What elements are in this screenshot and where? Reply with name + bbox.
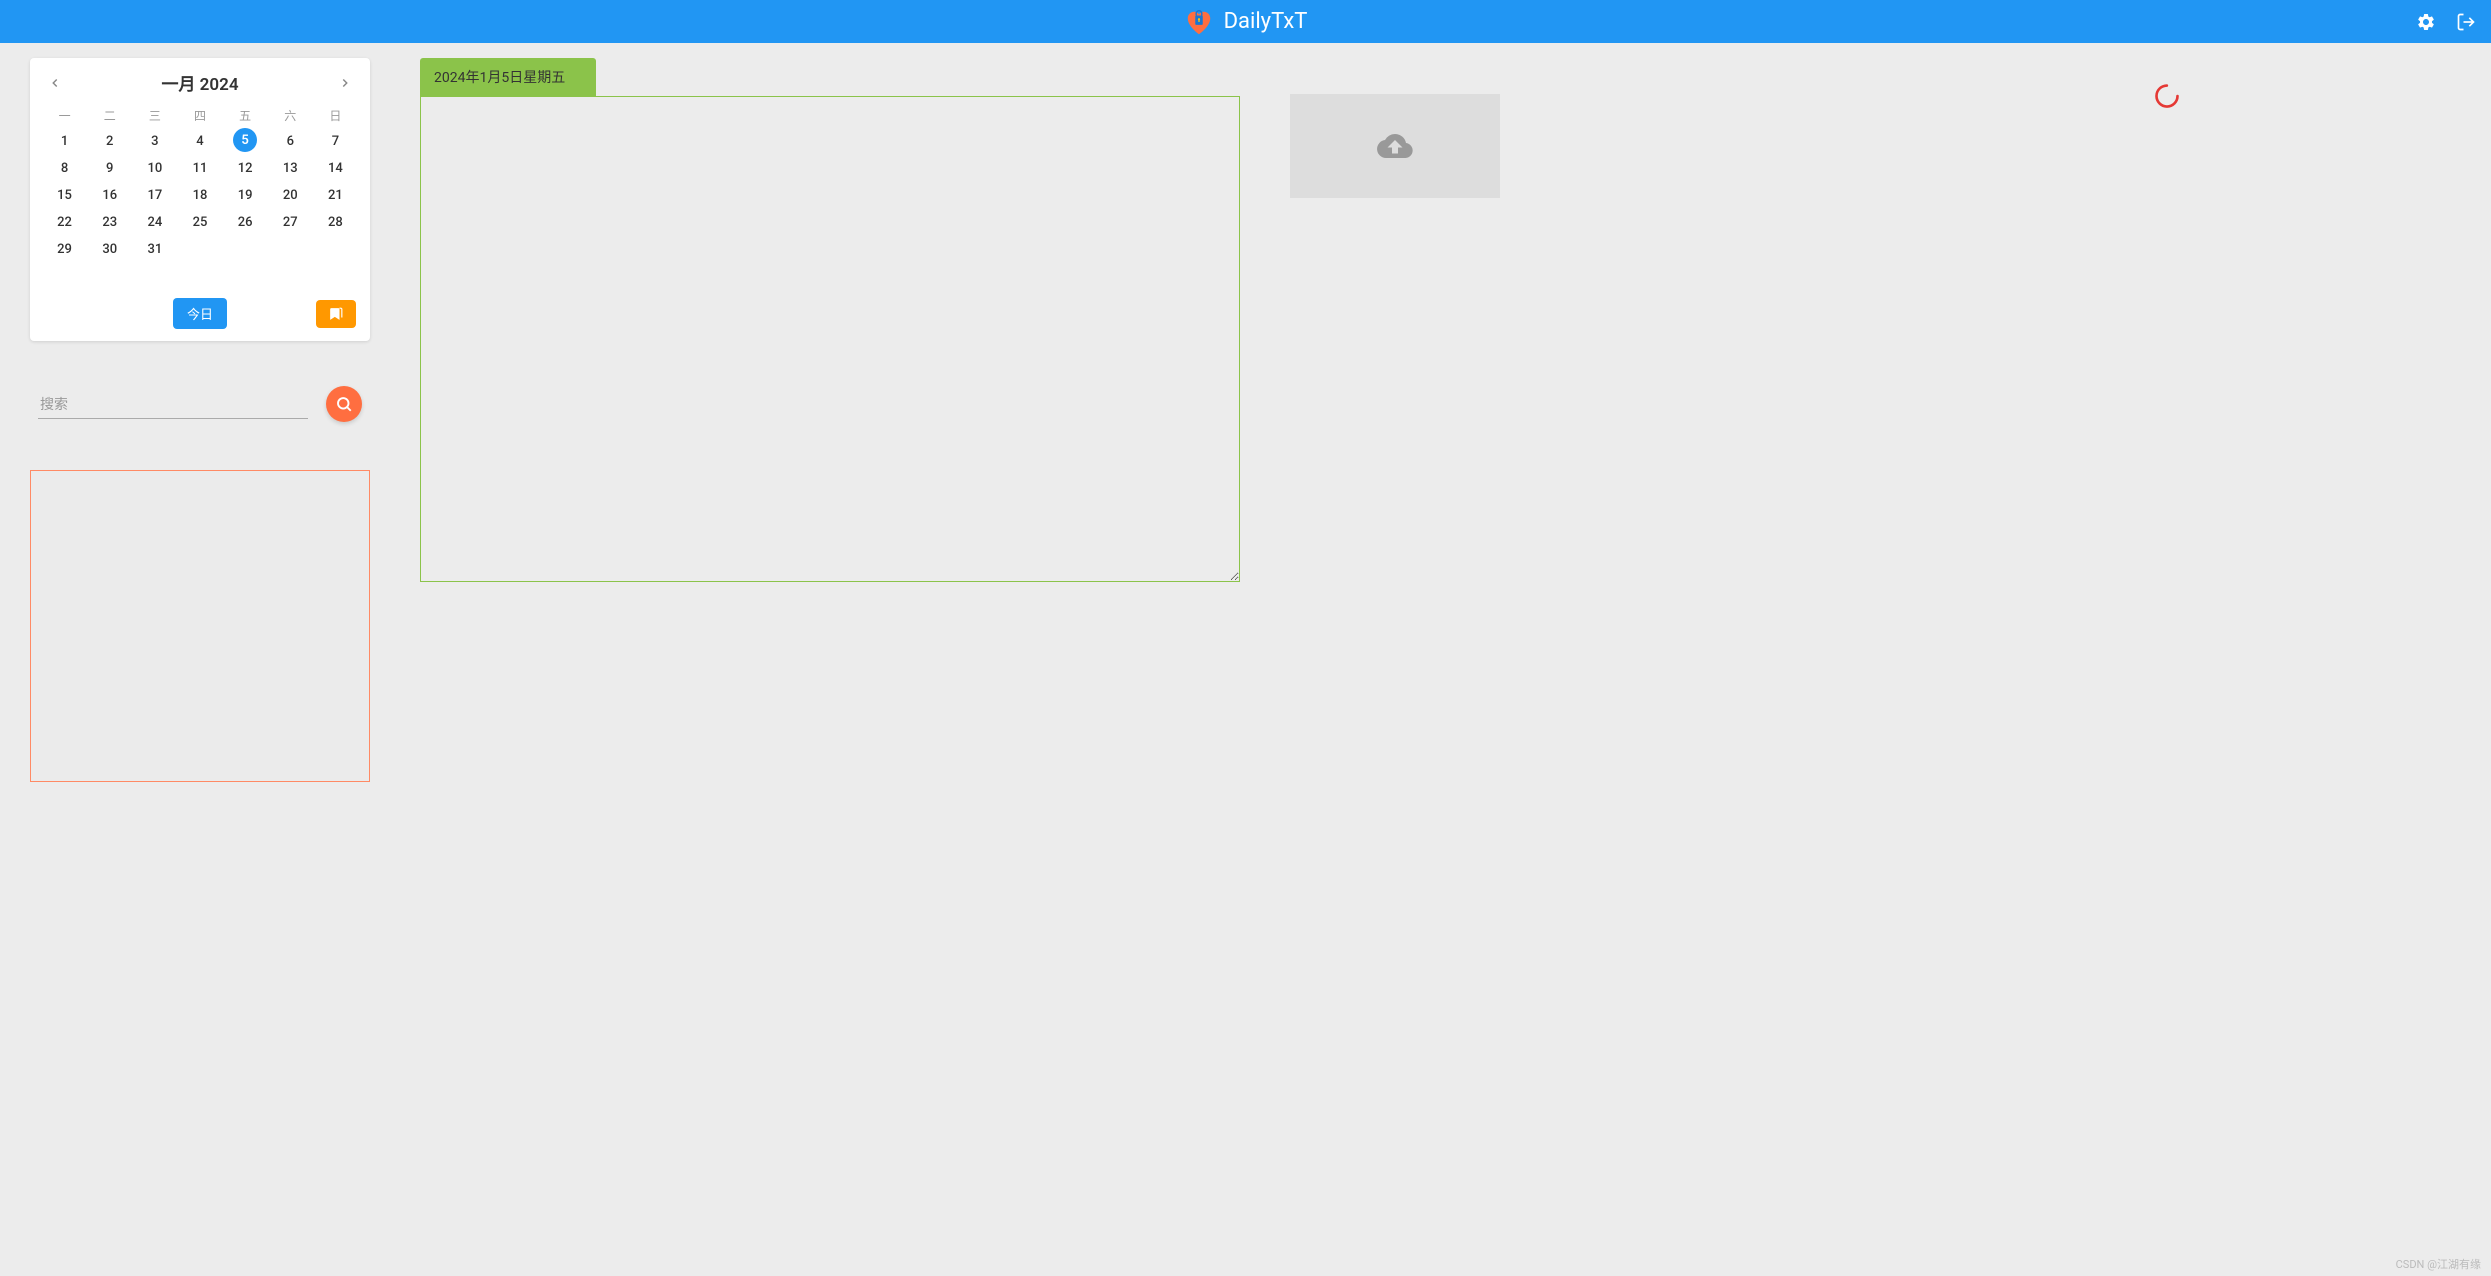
settings-button[interactable]: [2416, 12, 2436, 32]
calendar-weekday: 日: [313, 103, 358, 128]
calendar-day[interactable]: 11: [177, 155, 222, 182]
loading-spinner: [2153, 82, 2181, 114]
entry-date-tab: 2024年1月5日星期五: [420, 58, 596, 96]
calendar-day[interactable]: 21: [313, 182, 358, 209]
app-header: DailyTxT: [0, 0, 2491, 43]
calendar-day[interactable]: 5: [223, 128, 268, 155]
calendar-day[interactable]: 24: [132, 209, 177, 236]
calendar-day[interactable]: 19: [223, 182, 268, 209]
calendar-weekday: 一: [42, 103, 87, 128]
calendar-weekday: 二: [87, 103, 132, 128]
calendar-weekday: 六: [268, 103, 313, 128]
calendar-widget: 一月 2024 一二三四五六日1234567891011121314151617…: [30, 58, 370, 341]
calendar-day[interactable]: 13: [268, 155, 313, 182]
app-logo-icon: [1184, 7, 1214, 37]
calendar-day[interactable]: 26: [223, 209, 268, 236]
entry-textarea[interactable]: [420, 96, 1240, 582]
calendar-day[interactable]: 23: [87, 209, 132, 236]
calendar-weekday: 四: [177, 103, 222, 128]
template-button[interactable]: [316, 300, 356, 328]
calendar-day[interactable]: 16: [87, 182, 132, 209]
watermark: CSDN @江湖有缘: [2396, 1256, 2481, 1272]
calendar-day[interactable]: 8: [42, 155, 87, 182]
editor-panel: 2024年1月5日星期五: [420, 58, 1240, 782]
calendar-next-button[interactable]: [332, 74, 358, 92]
calendar-day[interactable]: 28: [313, 209, 358, 236]
calendar-day[interactable]: 17: [132, 182, 177, 209]
calendar-day[interactable]: 10: [132, 155, 177, 182]
calendar-day[interactable]: 12: [223, 155, 268, 182]
file-upload-dropzone[interactable]: [1290, 94, 1500, 198]
calendar-day[interactable]: 22: [42, 209, 87, 236]
calendar-prev-button[interactable]: [42, 74, 68, 92]
calendar-day[interactable]: 18: [177, 182, 222, 209]
app-title: DailyTxT: [1224, 9, 1308, 34]
calendar-day[interactable]: 30: [87, 236, 132, 263]
search-input[interactable]: [38, 390, 308, 419]
calendar-day[interactable]: 9: [87, 155, 132, 182]
gear-icon: [2416, 12, 2436, 32]
calendar-month-label: 一月 2024: [161, 70, 238, 95]
search-button[interactable]: [326, 386, 362, 422]
calendar-day[interactable]: 20: [268, 182, 313, 209]
calendar-grid: 一二三四五六日123456789101112131415161718192021…: [42, 103, 358, 263]
bookmark-icon: [329, 307, 343, 321]
logout-button[interactable]: [2456, 12, 2476, 32]
chevron-left-icon: [48, 76, 62, 90]
calendar-day[interactable]: 4: [177, 128, 222, 155]
calendar-day[interactable]: 25: [177, 209, 222, 236]
calendar-day[interactable]: 15: [42, 182, 87, 209]
calendar-day[interactable]: 7: [313, 128, 358, 155]
calendar-day[interactable]: 2: [87, 128, 132, 155]
logout-icon: [2456, 12, 2476, 32]
calendar-day[interactable]: 1: [42, 128, 87, 155]
calendar-day[interactable]: 6: [268, 128, 313, 155]
search-icon: [335, 395, 353, 413]
chevron-right-icon: [338, 76, 352, 90]
divider: [30, 363, 370, 364]
today-button[interactable]: 今日: [173, 298, 227, 329]
calendar-day[interactable]: 27: [268, 209, 313, 236]
search-results-panel: [30, 470, 370, 782]
sidebar: 一月 2024 一二三四五六日1234567891011121314151617…: [30, 58, 370, 782]
calendar-day[interactable]: 14: [313, 155, 358, 182]
calendar-weekday: 三: [132, 103, 177, 128]
calendar-day[interactable]: 31: [132, 236, 177, 263]
calendar-day[interactable]: 3: [132, 128, 177, 155]
calendar-weekday: 五: [223, 103, 268, 128]
calendar-day[interactable]: 29: [42, 236, 87, 263]
spinner-icon: [2153, 82, 2181, 110]
cloud-upload-icon: [1377, 128, 1413, 164]
